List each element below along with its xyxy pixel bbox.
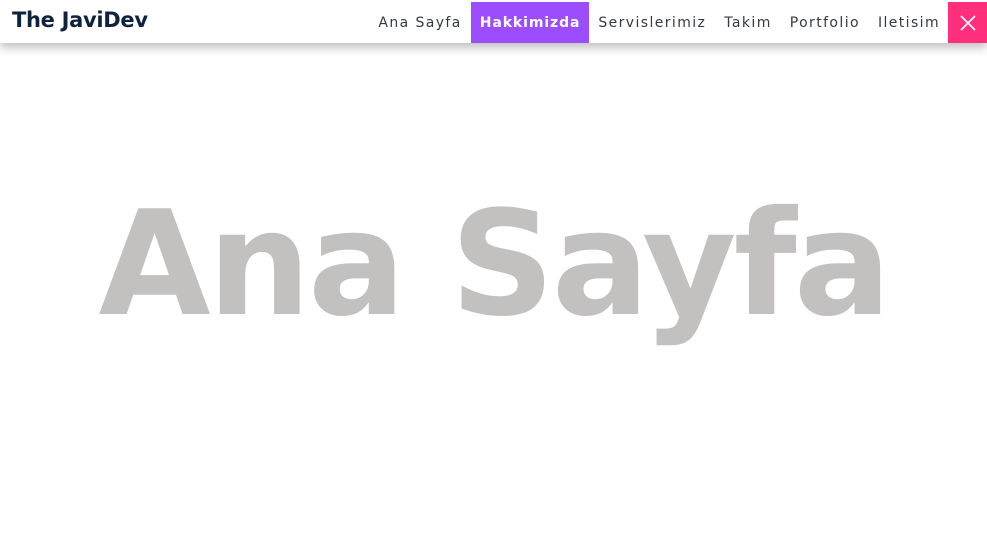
nav-item-takim[interactable]: Takim bbox=[715, 2, 780, 43]
hero-section: Ana Sayfa bbox=[0, 170, 987, 360]
nav-item-portfolio[interactable]: Portfolio bbox=[781, 2, 869, 43]
main-nav: Ana Sayfa Hakkimizda Servislerimiz Takim… bbox=[369, 2, 949, 43]
nav-item-hakkimizda[interactable]: Hakkimizda bbox=[470, 2, 590, 43]
hero-title: Ana Sayfa bbox=[98, 180, 891, 349]
nav-item-iletisim[interactable]: Iletisim bbox=[869, 2, 949, 43]
close-icon bbox=[959, 14, 976, 31]
nav-item-ana-sayfa[interactable]: Ana Sayfa bbox=[369, 2, 470, 43]
brand-logo[interactable]: The JaviDev bbox=[12, 8, 148, 32]
top-navbar: The JaviDev Ana Sayfa Hakkimizda Servisl… bbox=[0, 0, 987, 43]
close-menu-button[interactable] bbox=[948, 2, 987, 43]
nav-item-servislerimiz[interactable]: Servislerimiz bbox=[589, 2, 715, 43]
